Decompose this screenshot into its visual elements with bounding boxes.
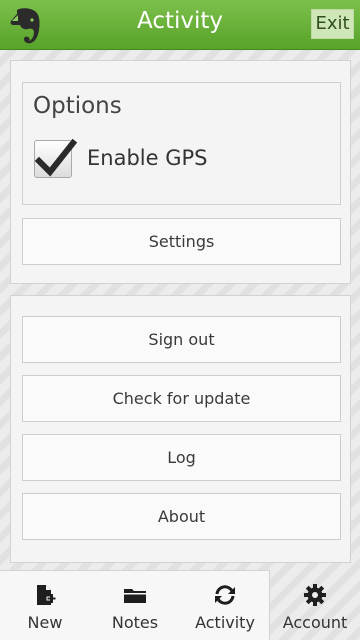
options-heading: Options [33,93,122,119]
tab-label: Activity [195,613,255,632]
tab-notes[interactable]: Notes [90,570,180,640]
app-header: Activity Exit [0,0,360,50]
bottom-tab-bar: New Notes Activity Account [0,570,360,640]
new-note-icon [0,584,90,606]
tab-account[interactable]: Account [270,570,360,640]
checkmark-icon [34,138,77,177]
options-panel: Options Enable GPS Settings [10,60,351,284]
about-button[interactable]: About [22,493,341,540]
tab-label: Account [282,613,348,632]
tab-label: New [27,613,63,632]
settings-button[interactable]: Settings [22,218,341,265]
log-button[interactable]: Log [22,434,341,481]
gear-icon [270,584,360,606]
sync-icon [180,584,270,606]
folder-icon [90,584,180,606]
enable-gps-checkbox[interactable] [34,138,77,178]
tab-new[interactable]: New [0,570,90,640]
check-for-update-button[interactable]: Check for update [22,375,341,422]
tab-activity[interactable]: Activity [180,570,270,640]
enable-gps-label[interactable]: Enable GPS [87,143,207,173]
sign-out-button[interactable]: Sign out [22,316,341,363]
exit-button[interactable]: Exit [311,9,354,39]
tab-label: Notes [111,613,159,632]
options-group: Options Enable GPS [22,82,341,205]
page-title: Activity [136,8,223,34]
account-actions-panel: Sign out Check for update Log About [10,295,351,563]
